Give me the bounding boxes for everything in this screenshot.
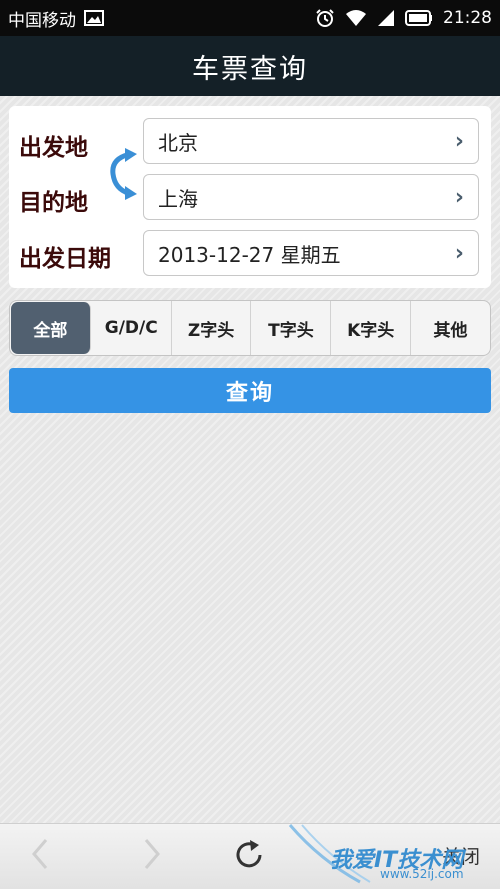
clock: 21:28	[443, 8, 492, 28]
to-station-field[interactable]: 上海 ›	[143, 174, 479, 220]
from-label: 出发地	[19, 135, 88, 161]
tab-k[interactable]: K字头	[331, 301, 412, 355]
date-field[interactable]: 2013-12-27 星期五 ›	[143, 230, 479, 276]
search-form: 出发地 北京 › 目的地 上海 › 出发日期 2013-12-27 星期五 ›	[9, 106, 491, 288]
carrier-name: 中国移动	[8, 10, 76, 31]
refresh-icon[interactable]	[232, 838, 266, 876]
chevron-right-icon: ›	[454, 128, 464, 154]
status-bar: 中国移动 21:28	[0, 0, 500, 36]
back-icon[interactable]	[28, 836, 52, 876]
forward-icon[interactable]	[140, 836, 164, 876]
alarm-icon	[315, 8, 335, 28]
swap-stations-icon[interactable]	[107, 146, 143, 206]
tab-other[interactable]: 其他	[411, 301, 490, 355]
train-type-tabs: 全部 G/D/C Z字头 T字头 K字头 其他	[9, 300, 491, 356]
page-title: 车票查询	[0, 36, 500, 96]
to-label: 目的地	[19, 190, 88, 216]
date-value: 2013-12-27 星期五	[158, 242, 341, 267]
watermark-url: www.52ij.com	[380, 867, 464, 881]
tab-all[interactable]: 全部	[11, 302, 91, 354]
from-station-field[interactable]: 北京 ›	[143, 118, 479, 164]
signal-icon	[377, 9, 395, 27]
tab-z[interactable]: Z字头	[172, 301, 252, 355]
image-icon	[84, 10, 104, 26]
tab-t[interactable]: T字头	[251, 301, 332, 355]
battery-icon	[405, 10, 433, 26]
chevron-right-icon: ›	[454, 184, 464, 210]
chevron-right-icon: ›	[454, 240, 464, 266]
tab-gdc[interactable]: G/D/C	[92, 301, 172, 355]
query-button[interactable]: 查询	[9, 368, 491, 413]
date-label: 出发日期	[19, 246, 111, 272]
from-station-value: 北京	[158, 130, 198, 155]
wifi-icon	[345, 9, 367, 27]
to-station-value: 上海	[158, 186, 198, 211]
